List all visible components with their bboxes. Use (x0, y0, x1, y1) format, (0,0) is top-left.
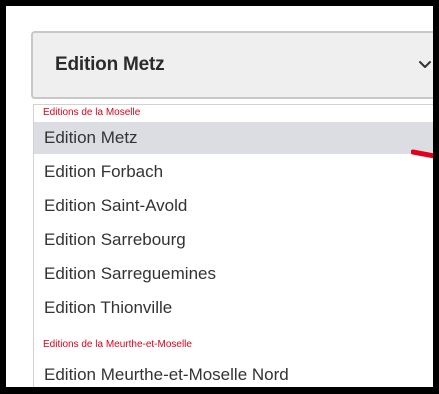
screenshot-frame: Edition Metz Editions de la Moselle Edit… (0, 0, 439, 394)
optgroup-label-meurthe-et-moselle: Editions de la Meurthe-et-Moselle (43, 339, 192, 350)
option-edition-meurthe-et-moselle-nord[interactable]: Edition Meurthe-et-Moselle Nord (34, 359, 433, 387)
option-edition-metz[interactable]: Edition Metz (34, 122, 433, 154)
annotation-arrow-icon (411, 149, 433, 159)
option-edition-forbach[interactable]: Edition Forbach (34, 156, 433, 188)
edition-select[interactable]: Edition Metz (31, 31, 433, 99)
option-edition-sarreguemines[interactable]: Edition Sarreguemines (34, 258, 433, 290)
option-edition-sarrebourg[interactable]: Edition Sarrebourg (34, 224, 433, 256)
option-edition-thionville[interactable]: Edition Thionville (34, 292, 433, 324)
edition-dropdown-list: Editions de la Moselle Edition Metz Edit… (33, 104, 433, 387)
option-edition-saint-avold[interactable]: Edition Saint-Avold (34, 190, 433, 222)
optgroup-label-moselle: Editions de la Moselle (43, 107, 141, 118)
select-current-value: Edition Metz (55, 54, 165, 75)
chevron-down-icon[interactable] (417, 57, 433, 73)
